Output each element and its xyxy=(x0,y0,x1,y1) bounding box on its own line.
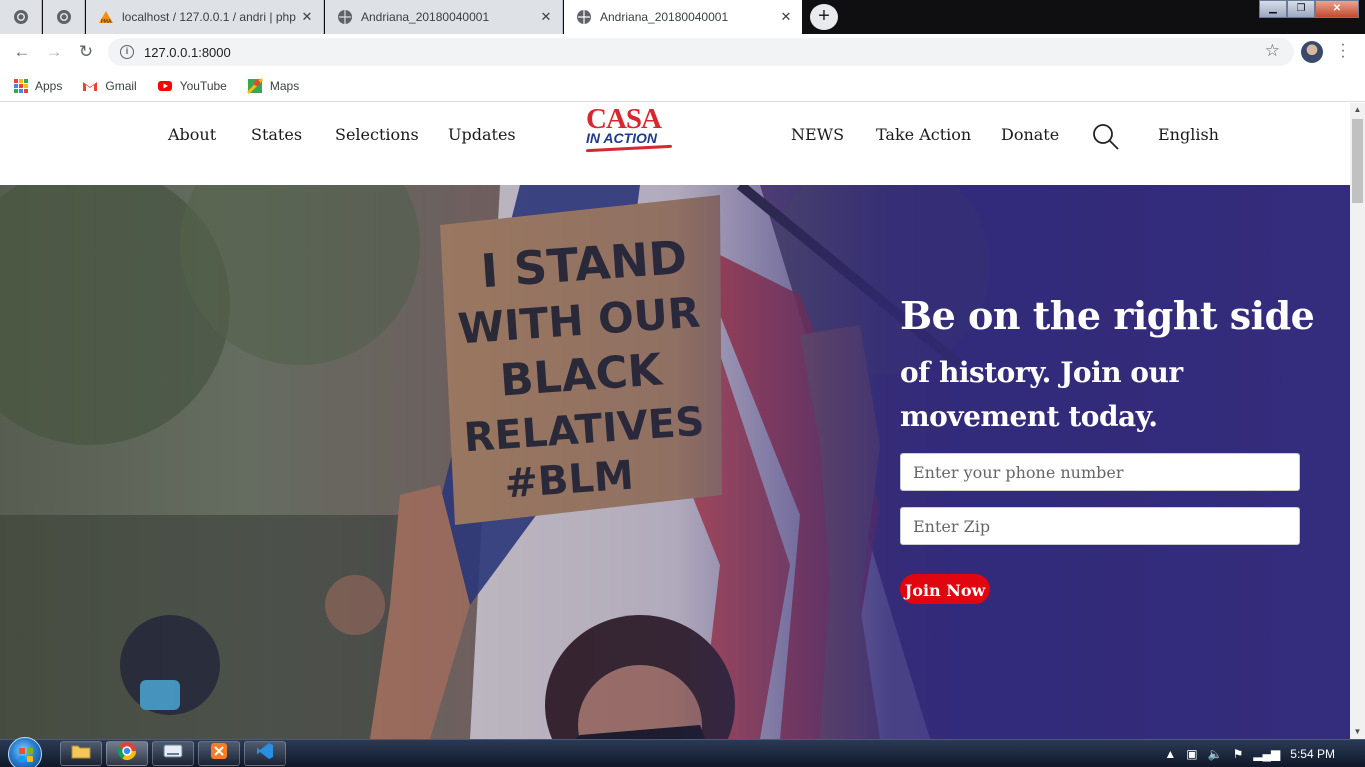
hero-subheading: of history. Join our movement today. xyxy=(900,356,1183,433)
nav-updates[interactable]: Updates xyxy=(448,125,516,144)
forward-arrow-icon[interactable]: → xyxy=(42,40,66,64)
taskbar-chrome[interactable] xyxy=(106,741,148,766)
globe-icon xyxy=(337,9,353,25)
taskbar-xampp[interactable] xyxy=(198,741,240,766)
pinned-tab-1[interactable] xyxy=(0,0,42,34)
chrome-icon xyxy=(117,741,137,766)
bookmark-maps[interactable]: Maps xyxy=(246,77,300,94)
menu-kebab-icon[interactable]: · · · xyxy=(1338,37,1348,65)
tab-andriana-1[interactable]: Andriana_20180040001 ✕ xyxy=(325,0,563,34)
scroll-up-arrow-icon[interactable]: ▲ xyxy=(1350,103,1365,117)
hero-section: I STAND WITH OUR BLACK RELATIVES #BLM Be… xyxy=(0,185,1350,739)
folder-icon xyxy=(71,743,91,764)
tab-phpmyadmin[interactable]: PMA localhost / 127.0.0.1 / andri | php … xyxy=(86,0,324,34)
hero-heading: Be on the right side xyxy=(900,293,1315,338)
reload-icon[interactable]: ↻ xyxy=(74,40,98,64)
bookmark-youtube[interactable]: YouTube xyxy=(157,78,227,94)
svg-text:PMA: PMA xyxy=(101,19,112,25)
bookmark-star-icon[interactable]: ☆ xyxy=(1265,41,1280,61)
join-now-button[interactable]: Join Now xyxy=(900,574,990,604)
info-icon[interactable]: i xyxy=(120,45,134,59)
nav-selections[interactable]: Selections xyxy=(335,125,419,144)
nav-states[interactable]: States xyxy=(251,125,302,144)
tray-device-icon[interactable]: ▣ xyxy=(1186,747,1197,761)
scroll-thumb[interactable] xyxy=(1352,119,1363,203)
maps-icon xyxy=(246,77,263,94)
windows-logo-icon xyxy=(19,748,33,762)
vscode-icon xyxy=(256,742,274,765)
taskbar-explorer[interactable] xyxy=(60,741,102,766)
volume-icon[interactable]: 🔈 xyxy=(1208,747,1223,761)
window-controls: ▁ ❐ ✕ xyxy=(1259,0,1359,18)
close-icon[interactable]: ✕ xyxy=(299,9,315,25)
restore-button[interactable]: ❐ xyxy=(1287,0,1315,18)
bookmark-label: Apps xyxy=(35,78,63,93)
bookmark-apps[interactable]: Apps xyxy=(14,78,63,93)
tab-title: localhost / 127.0.0.1 / andri | php xyxy=(122,10,296,24)
globe-icon xyxy=(56,9,72,25)
close-icon[interactable]: ✕ xyxy=(538,9,554,25)
pinned-tab-2[interactable] xyxy=(43,0,85,34)
apps-grid-icon xyxy=(14,78,28,93)
search-icon[interactable] xyxy=(1092,123,1120,151)
bookmark-label: YouTube xyxy=(179,78,227,93)
logo-casa-text: CASA xyxy=(586,103,662,135)
signal-icon[interactable]: ▂▄▆ xyxy=(1253,747,1280,761)
bookmark-label: Gmail xyxy=(105,78,137,93)
nav-donate[interactable]: Donate xyxy=(1001,125,1059,144)
profile-avatar[interactable] xyxy=(1301,41,1323,63)
logo-in-action-text: IN ACTION xyxy=(586,130,658,146)
url-text[interactable]: 127.0.0.1:8000 xyxy=(144,45,231,60)
site-header: About States Selections Updates CASA IN … xyxy=(0,103,1350,185)
system-tray: ▲ ▣ 🔈 ⚑ ▂▄▆ 5:54 PM xyxy=(1164,740,1365,767)
tray-expand-icon[interactable]: ▲ xyxy=(1164,747,1176,761)
gmail-icon xyxy=(82,78,98,94)
globe-icon xyxy=(13,9,29,25)
tab-title: Andriana_20180040001 xyxy=(600,10,729,24)
network-warning-icon[interactable]: ⚑ xyxy=(1233,747,1244,761)
windows-taskbar: ▲ ▣ 🔈 ⚑ ▂▄▆ 5:54 PM xyxy=(0,737,1365,767)
taskbar-clock[interactable]: 5:54 PM xyxy=(1290,747,1335,761)
address-bar[interactable]: i 127.0.0.1:8000 ☆ xyxy=(108,38,1294,66)
window-close-button[interactable]: ✕ xyxy=(1315,0,1359,18)
browser-toolbar: ← → ↻ i 127.0.0.1:8000 ☆ · · · xyxy=(0,34,1365,70)
casa-logo[interactable]: CASA IN ACTION xyxy=(585,103,682,157)
zip-input[interactable] xyxy=(900,507,1300,545)
phone-number-input[interactable] xyxy=(900,453,1300,491)
new-tab-button[interactable]: + xyxy=(810,4,838,30)
taskbar-vscode[interactable] xyxy=(244,741,286,766)
start-button[interactable] xyxy=(8,737,42,767)
bookmark-gmail[interactable]: Gmail xyxy=(82,78,137,94)
browser-tab-strip: PMA localhost / 127.0.0.1 / andri | php … xyxy=(0,0,1365,34)
globe-icon xyxy=(576,9,592,25)
scroll-down-arrow-icon[interactable]: ▼ xyxy=(1350,725,1365,739)
back-arrow-icon[interactable]: ← xyxy=(10,40,34,64)
nav-news[interactable]: NEWS xyxy=(791,125,844,144)
minimize-button[interactable]: ▁ xyxy=(1259,0,1287,18)
youtube-icon xyxy=(157,78,173,94)
close-icon[interactable]: ✕ xyxy=(778,9,794,25)
tab-title: Andriana_20180040001 xyxy=(361,10,490,24)
keyboard-icon xyxy=(163,744,183,763)
language-selector[interactable]: English xyxy=(1158,125,1219,144)
nav-about[interactable]: About xyxy=(168,125,216,144)
bookmark-label: Maps xyxy=(269,78,300,93)
taskbar-keyboard[interactable] xyxy=(152,741,194,766)
tab-andriana-active[interactable]: Andriana_20180040001 ✕ xyxy=(564,0,802,34)
nav-take-action[interactable]: Take Action xyxy=(876,125,971,144)
web-page: About States Selections Updates CASA IN … xyxy=(0,103,1350,739)
xampp-icon xyxy=(210,742,228,765)
bookmarks-bar: Apps Gmail YouTube Maps xyxy=(0,70,1365,102)
page-scrollbar[interactable]: ▲ ▼ xyxy=(1350,103,1365,739)
phpmyadmin-icon: PMA xyxy=(98,9,114,25)
